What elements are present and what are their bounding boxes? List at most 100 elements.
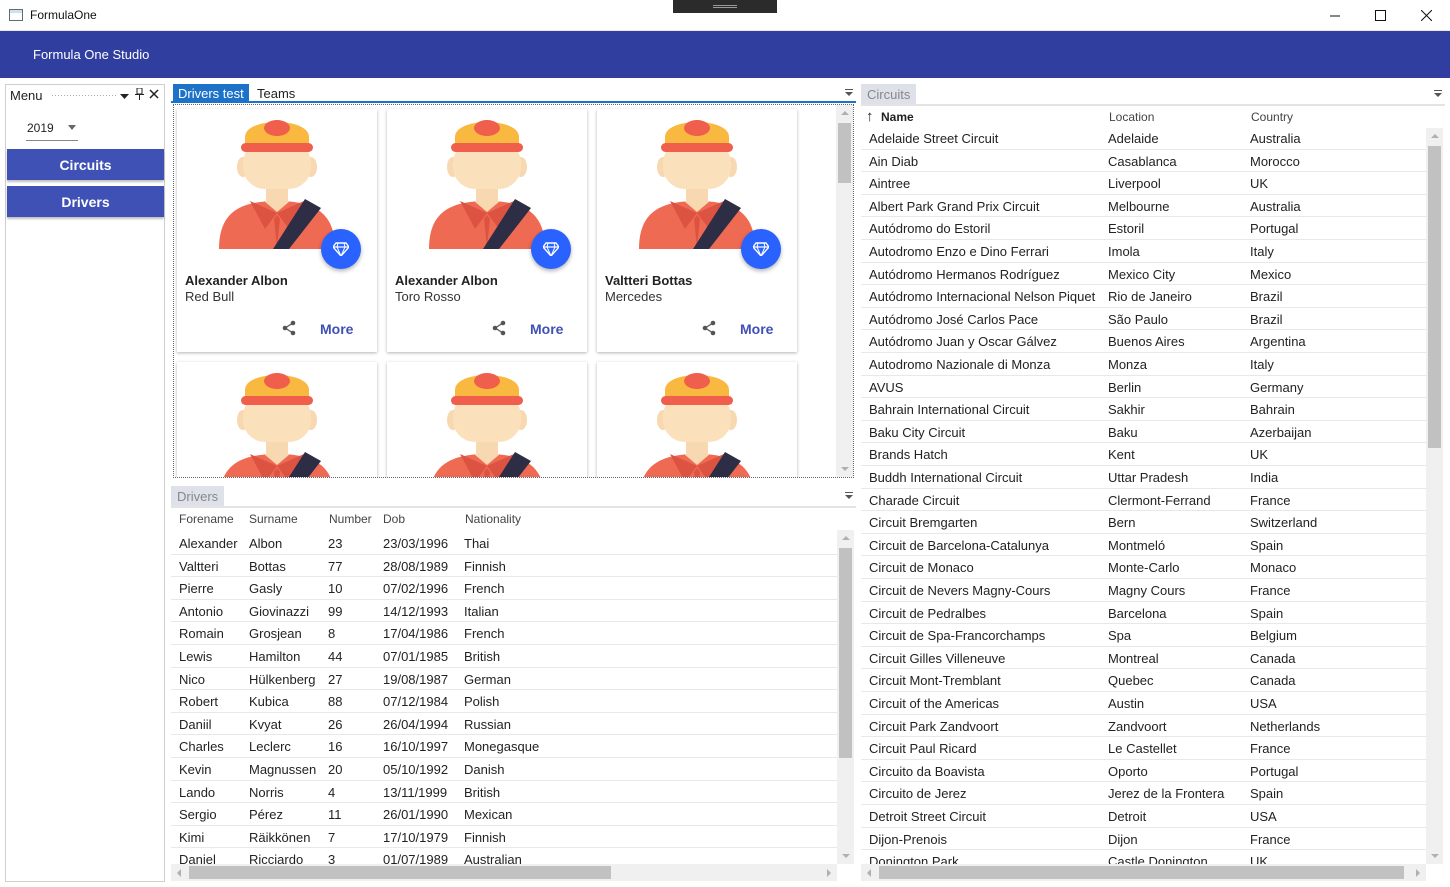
scroll-thumb[interactable] (839, 548, 852, 758)
table-row[interactable]: Romain Grosjean 8 17/04/1986 French (171, 622, 837, 645)
circuits-panel-title[interactable]: Circuits (861, 84, 917, 104)
driver-card[interactable]: Alexander Albon Red Bull More (177, 109, 377, 352)
table-row[interactable]: Autódromo Internacional Nelson Piquet Rio… (861, 285, 1426, 308)
cards-vertical-scrollbar[interactable] (836, 105, 853, 477)
drivers-horizontal-scrollbar[interactable] (171, 864, 837, 881)
table-row[interactable]: Kevin Magnussen 20 05/10/1992 Danish (171, 758, 837, 781)
table-row[interactable]: Autódromo Hermanos Rodríguez Mexico City M… (861, 263, 1426, 286)
circuits-vertical-scrollbar[interactable] (1426, 128, 1443, 864)
driver-card[interactable] (387, 362, 587, 477)
table-row[interactable]: Brands Hatch Kent UK (861, 443, 1426, 466)
table-row[interactable]: Bahrain International Circuit Sakhir Bahra… (861, 398, 1426, 421)
column-header-country[interactable]: Country (1251, 110, 1293, 124)
table-row[interactable]: Kimi Räikkönen 7 17/10/1979 Finnish (171, 826, 837, 849)
table-row[interactable]: Aintree Liverpool UK (861, 172, 1426, 195)
table-row[interactable]: AVUS Berlin Germany (861, 376, 1426, 399)
scroll-thumb[interactable] (879, 866, 1404, 879)
table-row[interactable]: Robert Kubica 88 07/12/1984 Polish (171, 690, 837, 713)
table-row[interactable]: Autódromo do Estoril Estoril Portugal (861, 217, 1426, 240)
table-row[interactable]: Circuit of the Americas Austin USA (861, 692, 1426, 715)
table-row[interactable]: Circuit Mont-Tremblant Quebec Canada (861, 669, 1426, 692)
driver-card[interactable]: Alexander Albon Toro Rosso More (387, 109, 587, 352)
table-row[interactable]: Circuit de Spa-Francorchamps Spa Belgium (861, 624, 1426, 647)
column-header-nationality[interactable]: Nationality (465, 512, 521, 526)
table-row[interactable]: Ain Diab Casablanca Morocco (861, 150, 1426, 173)
column-header-number[interactable]: Number (329, 512, 372, 526)
drivers-button[interactable]: Drivers (7, 186, 164, 217)
favorite-fab-button[interactable] (531, 229, 571, 269)
table-row[interactable]: Albert Park Grand Prix Circuit Melbourne A… (861, 195, 1426, 218)
driver-card[interactable]: Valtteri Bottas Mercedes More (597, 109, 797, 352)
driver-card[interactable] (177, 362, 377, 477)
table-row[interactable]: Circuit de Barcelona-Catalunya Montmeló Sp… (861, 534, 1426, 557)
drivers-panel-menu-icon[interactable] (845, 492, 853, 500)
panel-dropdown-icon[interactable] (120, 89, 129, 103)
scroll-right-arrow[interactable] (827, 869, 831, 877)
share-button[interactable] (701, 320, 719, 338)
table-row[interactable]: Baku City Circuit Baku Azerbaijan (861, 421, 1426, 444)
table-row[interactable]: Daniil Kvyat 26 26/04/1994 Russian (171, 713, 837, 736)
scroll-up-arrow[interactable] (1431, 134, 1439, 138)
table-row[interactable]: Buddh International Circuit Uttar Pradesh… (861, 466, 1426, 489)
circuits-panel-menu-icon[interactable] (1434, 90, 1442, 98)
column-header-name[interactable]: Name (881, 110, 914, 124)
scroll-right-arrow[interactable] (1416, 869, 1420, 877)
table-row[interactable]: Detroit Street Circuit Detroit USA (861, 805, 1426, 828)
tab-drivers-test[interactable]: Drivers test (173, 84, 249, 102)
table-row[interactable]: Circuito de Jerez Jerez de la Frontera Spa… (861, 782, 1426, 805)
table-row[interactable]: Charade Circuit Clermont-Ferrand France (861, 489, 1426, 512)
table-row[interactable]: Autodromo Nazionale di Monza Monza Italy (861, 353, 1426, 376)
table-row[interactable]: Lewis Hamilton 44 07/01/1985 British (171, 645, 837, 668)
close-panel-icon[interactable] (149, 88, 159, 102)
table-row[interactable]: Adelaide Street Circuit Adelaide Australia (861, 127, 1426, 150)
scroll-up-arrow[interactable] (842, 536, 850, 540)
table-row[interactable]: Nico Hülkenberg 27 19/08/1987 German (171, 668, 837, 691)
table-row[interactable]: Pierre Gasly 10 07/02/1996 French (171, 577, 837, 600)
table-row[interactable]: Circuit Bremgarten Bern Switzerland (861, 511, 1426, 534)
circuits-horizontal-scrollbar[interactable] (861, 864, 1426, 881)
scroll-left-arrow[interactable] (177, 869, 181, 877)
table-row[interactable]: Autódromo Juan y Oscar Gálvez Buenos Aire… (861, 330, 1426, 353)
scroll-left-arrow[interactable] (867, 869, 871, 877)
maximize-button[interactable] (1357, 0, 1403, 31)
year-select[interactable]: 2019 (26, 119, 78, 141)
more-button[interactable]: More (740, 321, 773, 337)
scroll-down-arrow[interactable] (1431, 854, 1439, 858)
column-header-forename[interactable]: Forename (179, 512, 234, 526)
tabstrip-menu-icon[interactable] (845, 89, 853, 97)
table-row[interactable]: Dijon-Prenois Dijon France (861, 828, 1426, 851)
column-header-dob[interactable]: Dob (383, 512, 405, 526)
scroll-thumb[interactable] (189, 866, 611, 879)
more-button[interactable]: More (530, 321, 563, 337)
table-row[interactable]: Circuito da Boavista Oporto Portugal (861, 760, 1426, 783)
table-row[interactable]: Autódromo José Carlos Pace São Paulo Brazi… (861, 308, 1426, 331)
table-row[interactable]: Autodromo Enzo e Dino Ferrari Imola Italy (861, 240, 1426, 263)
share-button[interactable] (491, 320, 509, 338)
share-button[interactable] (281, 320, 299, 338)
drivers-panel-title[interactable]: Drivers (171, 486, 225, 506)
scroll-thumb[interactable] (1428, 146, 1441, 448)
scroll-down-arrow[interactable] (842, 854, 850, 858)
more-button[interactable]: More (320, 321, 353, 337)
favorite-fab-button[interactable] (321, 229, 361, 269)
tab-teams[interactable]: Teams (252, 84, 300, 102)
table-row[interactable]: Antonio Giovinazzi 99 14/12/1993 Italian (171, 600, 837, 623)
column-header-location[interactable]: Location (1109, 110, 1154, 124)
circuits-button[interactable]: Circuits (7, 149, 164, 180)
drivers-vertical-scrollbar[interactable] (837, 530, 854, 864)
table-row[interactable]: Circuit Park Zandvoort Zandvoort Netherlan… (861, 715, 1426, 738)
table-row[interactable]: Donington Park Castle Donington UK (861, 850, 1426, 864)
favorite-fab-button[interactable] (741, 229, 781, 269)
table-row[interactable]: Valtteri Bottas 77 28/08/1989 Finnish (171, 555, 837, 578)
scroll-up-arrow[interactable] (841, 111, 849, 115)
table-row[interactable]: Circuit de Pedralbes Barcelona Spain (861, 602, 1426, 625)
close-button[interactable] (1403, 0, 1449, 31)
table-row[interactable]: Daniel Ricciardo 3 01/07/1989 Australian (171, 848, 837, 864)
table-row[interactable]: Circuit de Monaco Monte-Carlo Monaco (861, 556, 1426, 579)
minimize-button[interactable] (1312, 0, 1358, 31)
table-row[interactable]: Circuit Paul Ricard Le Castellet France (861, 737, 1426, 760)
column-header-surname[interactable]: Surname (249, 512, 298, 526)
table-row[interactable]: Sergio Pérez 11 26/01/1990 Mexican (171, 803, 837, 826)
table-row[interactable]: Lando Norris 4 13/11/1999 British (171, 781, 837, 804)
pin-icon[interactable] (135, 87, 144, 103)
